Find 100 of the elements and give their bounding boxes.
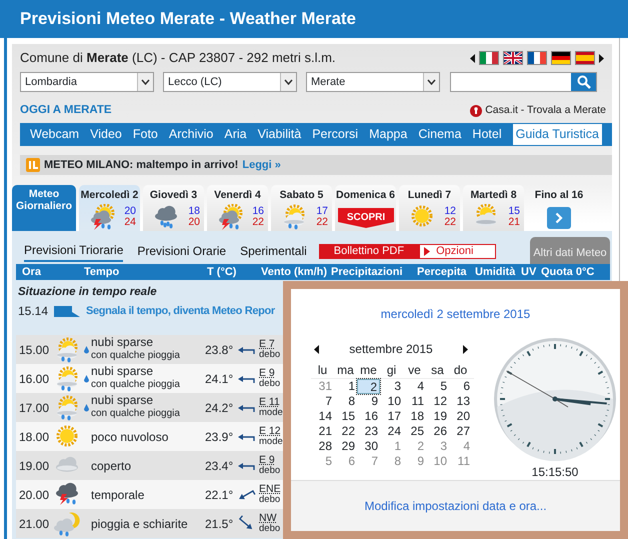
min-temperature: 15 <box>508 206 520 217</box>
date-title[interactable]: mercoledì 2 settembre 2015 <box>380 307 530 321</box>
calendar-day[interactable]: 21 <box>311 424 334 439</box>
flag-icon[interactable] <box>503 51 523 65</box>
wind-strength: debo <box>259 350 280 360</box>
calendar-day[interactable]: 27 <box>449 424 472 439</box>
calendar-day[interactable]: 8 <box>334 394 357 409</box>
daily-forecast-tab[interactable]: Meteo Giornaliero <box>12 185 76 231</box>
forecast-tab[interactable]: Sperimentali <box>240 242 307 260</box>
calendar-day[interactable]: 28 <box>311 439 334 454</box>
settings-link[interactable]: Modifica impostazioni data e ora... <box>364 497 547 515</box>
search-button[interactable] <box>571 73 596 91</box>
day-tab[interactable]: Lunedì 7 12 22 <box>399 185 460 231</box>
nav-link[interactable]: Aria <box>224 125 247 144</box>
time-cell-text: 21.00 <box>18 516 50 532</box>
realtime-label: Situazione in tempo reale <box>17 285 157 300</box>
calendar-day[interactable]: 20 <box>449 409 472 424</box>
options-button[interactable]: Opzioni <box>419 244 496 258</box>
wind-speed: E 9 <box>259 368 276 379</box>
calendar-day[interactable]: 25 <box>403 424 426 439</box>
forecast-tab[interactable]: Previsioni Orarie <box>137 242 226 260</box>
nav-link[interactable]: Mappa <box>369 125 408 144</box>
calendar-day[interactable]: 17 <box>380 409 403 424</box>
nav-link[interactable]: Video <box>90 125 122 144</box>
time-cell-text: 15.00 <box>18 342 50 358</box>
search-field[interactable] <box>450 72 597 92</box>
calendar-day[interactable]: 16 <box>357 409 380 424</box>
weekday-label: do <box>452 363 468 378</box>
calendar-day[interactable]: 12 <box>426 394 449 409</box>
clock-time: 15:15:50 <box>530 464 580 481</box>
forecast-tab[interactable]: Previsioni Triorarie <box>24 240 124 262</box>
previous-arrow-icon[interactable] <box>314 344 319 354</box>
wind-strength: debo <box>259 379 280 389</box>
next-arrow-icon[interactable] <box>462 344 468 354</box>
page-title: Previsioni Meteo Merate - Weather Merate <box>0 0 628 38</box>
time-cell-text: 20.00 <box>18 486 50 504</box>
nav-link[interactable]: Viabilità <box>258 125 302 144</box>
day-tab[interactable]: Domenica 6 SCOPRI <box>335 185 396 231</box>
nav-link[interactable]: Hotel <box>472 125 502 144</box>
weekday-label: gi <box>386 363 398 378</box>
calendar-day[interactable]: 11 <box>403 394 426 409</box>
nav-link[interactable]: Guida Turistica <box>512 124 602 145</box>
nav-link[interactable]: Percorsi <box>312 125 358 144</box>
weather-description: coperto <box>91 458 132 472</box>
time-cell-text: 16.00 <box>18 370 50 388</box>
time-cell-text: 18.00 <box>18 428 50 446</box>
nav-link[interactable]: Cinema <box>418 125 462 144</box>
promo-link[interactable]: Casa.it - Trovala a Merate <box>485 103 606 119</box>
nav-link[interactable]: Webcam <box>30 125 80 144</box>
flag-icon[interactable] <box>527 51 547 65</box>
dropdown[interactable]: Merate <box>306 72 440 92</box>
calendar-day[interactable]: 18 <box>403 409 426 424</box>
wind-strength: mode <box>259 408 283 418</box>
calendar-day[interactable]: 5 <box>426 379 449 394</box>
column-header: Percepita <box>417 264 468 280</box>
logo-icon <box>26 158 40 172</box>
calendar-day[interactable]: 29 <box>334 439 357 454</box>
calendar-day[interactable]: 14 <box>311 409 334 424</box>
next-button[interactable] <box>547 206 571 229</box>
day-tab[interactable]: Venerdì 4 16 22 <box>207 185 268 231</box>
day-tab[interactable]: Giovedì 3 18 20 <box>143 185 204 231</box>
previous-arrow-icon[interactable] <box>470 54 475 62</box>
nav-link[interactable]: Foto <box>132 125 158 144</box>
today-link[interactable]: OGGI A MERATE <box>20 102 112 119</box>
calendar-day[interactable]: 23 <box>357 424 380 439</box>
calendar-day[interactable]: 3 <box>380 379 403 394</box>
wind-speed: E 11 <box>259 397 281 408</box>
dropdown[interactable]: Lombardia <box>20 72 154 92</box>
wind-speed: NW <box>259 513 278 524</box>
calendar-day[interactable]: 10 <box>380 394 403 409</box>
flag-icon[interactable] <box>551 51 571 65</box>
calendar-day[interactable]: 15 <box>334 409 357 424</box>
calendar-day[interactable]: 24 <box>380 424 403 439</box>
day-tab[interactable]: Sabato 5 17 22 <box>271 185 332 231</box>
calendar-day[interactable]: 7 <box>311 394 334 409</box>
calendar-day[interactable]: 26 <box>426 424 449 439</box>
weather-description: nubi sparse <box>91 394 154 406</box>
min-temperature: 20 <box>124 206 136 217</box>
calendar-day[interactable]: 4 <box>403 379 426 394</box>
dropdown[interactable]: Lecco (LC) <box>163 72 297 92</box>
weather-description: temporale <box>91 488 144 502</box>
calendar-day[interactable]: 13 <box>449 394 472 409</box>
day-tab[interactable]: Mercoledì 2 20 24 <box>79 185 140 231</box>
nav-link[interactable]: Archivio <box>168 125 214 144</box>
day-tab[interactable]: Martedì 8 15 21 <box>463 185 524 231</box>
max-temperature: 24 <box>124 216 136 228</box>
search-icon <box>576 75 590 89</box>
column-header: Umidità <box>475 264 516 280</box>
calendar-day[interactable]: 22 <box>334 424 357 439</box>
calendar-day[interactable]: 1 <box>334 379 357 394</box>
calendar-day[interactable]: 6 <box>449 379 472 394</box>
pdf-button[interactable]: Bollettino PDF <box>318 244 420 258</box>
calendar-day[interactable]: 30 <box>357 439 380 454</box>
discover-badge[interactable]: SCOPRI <box>338 208 394 228</box>
calendar-day[interactable]: 9 <box>357 394 380 409</box>
news-headline: METEO MILANO: maltempo in arrivo! <box>44 158 238 173</box>
calendar-day[interactable]: 2 <box>357 379 380 394</box>
weather-description: nubi sparse <box>91 336 154 348</box>
next-arrow-icon[interactable] <box>599 54 604 62</box>
calendar-day[interactable]: 19 <box>426 409 449 424</box>
